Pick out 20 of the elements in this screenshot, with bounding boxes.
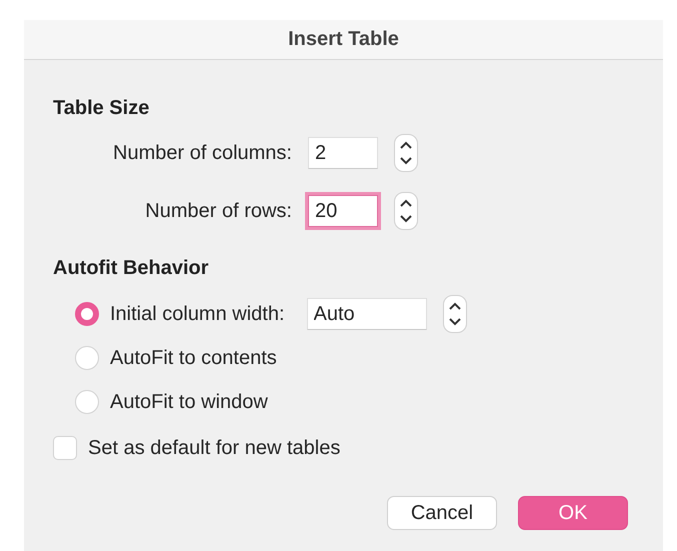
radio-button[interactable] — [75, 302, 99, 326]
section-heading: Autofit Behavior — [53, 256, 210, 280]
radio-label: AutoFit to window — [110, 390, 268, 414]
checkbox[interactable] — [53, 436, 77, 460]
cancel-button[interactable]: Cancel — [387, 496, 497, 530]
radio-button[interactable] — [75, 390, 99, 414]
stepper-icon[interactable] — [394, 192, 418, 230]
radio-button[interactable] — [75, 346, 99, 370]
stepper-icon[interactable] — [394, 134, 418, 172]
checkbox-label: Set as default for new tables — [88, 436, 340, 460]
number-field[interactable]: Auto — [306, 298, 427, 330]
radio-label: Initial column width: — [110, 302, 285, 326]
field-label: Number of columns: — [112, 142, 292, 164]
window-title: Insert Table — [288, 28, 399, 51]
number-field[interactable]: 2 — [308, 137, 378, 169]
field-label: Number of rows: — [144, 200, 292, 222]
number-field[interactable]: 20 — [308, 195, 378, 227]
section-heading: Table Size — [53, 96, 150, 120]
radio-label: AutoFit to contents — [110, 346, 277, 370]
stepper-icon[interactable] — [442, 295, 467, 333]
